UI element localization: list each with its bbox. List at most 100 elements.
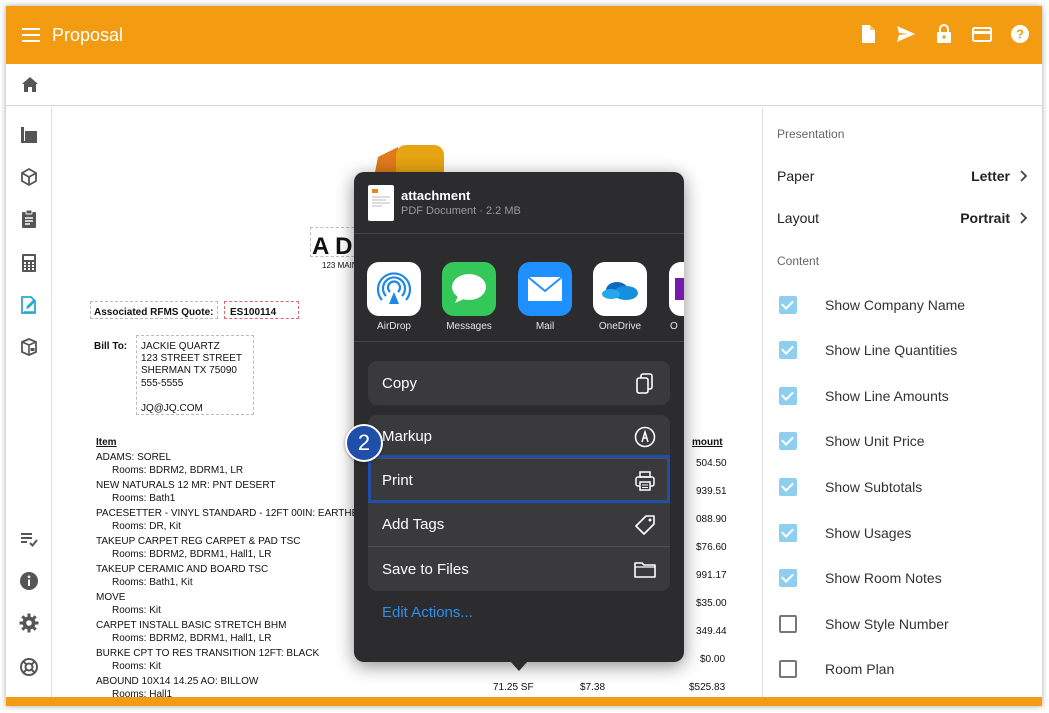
cube-icon[interactable]: [19, 167, 39, 187]
markup-icon: [634, 426, 656, 448]
app-label: Mail: [535, 321, 555, 332]
breadcrumb-bar: [6, 64, 1042, 106]
lock-icon[interactable]: [934, 24, 954, 44]
line-item-rooms: Rooms: Kit: [112, 661, 161, 672]
copy-icon: [636, 373, 653, 394]
onenote-icon: [669, 262, 684, 316]
checkbox[interactable]: [779, 660, 797, 678]
card-icon[interactable]: [972, 24, 992, 44]
action-label: Markup: [382, 428, 433, 445]
options-panel: Presentation Paper Letter Layout Portrai…: [762, 107, 1042, 697]
settings-icon[interactable]: [19, 613, 39, 633]
option-show-company-name[interactable]: Show Company Name: [779, 296, 965, 314]
airdrop-icon: [367, 262, 421, 316]
company-address: 123 MAIN: [322, 261, 358, 270]
app-mail[interactable]: Mail: [515, 262, 575, 332]
line-item-name: NEW NATURALS 12 MR: PNT DESERT: [96, 480, 276, 491]
checkbox[interactable]: [779, 478, 797, 496]
line-item-name: PACESETTER - VINYL STANDARD - 12FT 00IN:…: [96, 508, 366, 519]
svg-text:?: ?: [1016, 27, 1024, 42]
menu-icon[interactable]: [22, 28, 40, 42]
checkbox[interactable]: [779, 341, 797, 359]
info-icon[interactable]: [19, 571, 39, 591]
app-airdrop[interactable]: AirDrop: [364, 262, 424, 332]
option-show-style-number[interactable]: Show Style Number: [779, 615, 949, 633]
action-label: Save to Files: [382, 560, 469, 578]
line-item-name: MOVE: [96, 592, 126, 603]
line-item-rooms: Rooms: Bath1, Kit: [112, 577, 193, 588]
action-label: Copy: [382, 374, 418, 392]
step-badge: 2: [345, 424, 383, 462]
checkbox[interactable]: [779, 432, 797, 450]
quote-label: Associated RFMS Quote:: [94, 307, 214, 318]
markup-action[interactable]: Markup: [368, 415, 670, 459]
line-item-amount: $525.83: [689, 682, 726, 693]
edit-document-icon[interactable]: [19, 295, 39, 315]
option-show-line-quantities[interactable]: Show Line Quantities: [779, 341, 957, 359]
presentation-heading: Presentation: [777, 127, 845, 141]
option-show-subtotals[interactable]: Show Subtotals: [779, 478, 922, 496]
checkbox[interactable]: [779, 524, 797, 542]
send-icon[interactable]: [896, 24, 916, 44]
copy-action[interactable]: Copy: [368, 361, 670, 405]
option-show-room-notes[interactable]: Show Room Notes: [779, 569, 942, 587]
app-onenote[interactable]: O: [666, 262, 684, 332]
option-show-unit-price[interactable]: Show Unit Price: [779, 432, 925, 450]
clipboard-icon[interactable]: [19, 209, 39, 229]
calculator-icon[interactable]: [19, 253, 39, 273]
layout-value: Portrait: [960, 210, 1010, 226]
line-item-rooms: Rooms: BDRM2, BDRM1, LR: [112, 465, 244, 476]
checkbox[interactable]: [779, 569, 797, 587]
option-show-usages[interactable]: Show Usages: [779, 524, 911, 542]
share-apps-row: AirDrop Messages Mail OneDrive O: [354, 262, 684, 342]
option-room-plan[interactable]: Room Plan: [779, 660, 894, 678]
line-item-name: TAKEUP CARPET REG CARPET & PAD TSC: [96, 536, 301, 547]
option-label: Show Style Number: [825, 616, 949, 632]
line-item-name: ABOUND 10X14 14.25 AO: BILLOW: [96, 676, 259, 687]
line-item-rooms: Rooms: BDRM2, BDRM1, Hall1, LR: [112, 549, 272, 560]
folder-icon: [634, 562, 656, 578]
edit-actions-link[interactable]: Edit Actions...: [382, 604, 473, 621]
line-item-amount: $35.00: [696, 598, 727, 609]
top-app-bar: Proposal ?: [6, 6, 1042, 64]
line-item-rooms: Rooms: Bath1: [112, 493, 176, 504]
line-item-rooms: Rooms: Hall1: [112, 689, 173, 697]
line-item-price: $7.38: [580, 682, 606, 693]
document-icon[interactable]: [858, 24, 878, 44]
popover-arrow: [510, 661, 528, 671]
file-name: attachment: [401, 188, 471, 203]
line-item-name: CARPET INSTALL BASIC STRETCH BHM: [96, 620, 287, 631]
line-item-rooms: Rooms: DR, Kit: [112, 521, 181, 532]
tag-icon: [635, 515, 655, 535]
help-icon[interactable]: ?: [1010, 24, 1030, 44]
checkbox[interactable]: [779, 387, 797, 405]
checkbox[interactable]: [779, 615, 797, 633]
app-messages[interactable]: Messages: [439, 262, 499, 332]
layers-icon[interactable]: [19, 125, 39, 145]
share-sheet-header: attachment PDF Document · 2.2 MB: [354, 172, 684, 234]
bill-to-line: 555-5555: [141, 378, 184, 389]
file-meta: PDF Document · 2.2 MB: [401, 205, 521, 217]
chevron-right-icon: [1020, 212, 1028, 224]
chevron-right-icon: [1020, 170, 1028, 182]
paper-setting[interactable]: Paper Letter: [777, 164, 1028, 188]
layout-setting[interactable]: Layout Portrait: [777, 206, 1028, 230]
option-label: Room Plan: [825, 661, 895, 677]
option-label: Show Line Amounts: [825, 388, 949, 404]
package-icon[interactable]: [19, 337, 39, 357]
option-label: Show Usages: [825, 525, 912, 541]
checklist-icon[interactable]: [19, 529, 39, 549]
option-label: Show Room Notes: [825, 570, 942, 586]
messages-icon: [442, 262, 496, 316]
lifebuoy-icon[interactable]: [19, 657, 39, 677]
checkbox[interactable]: [779, 296, 797, 314]
app-label: O: [670, 321, 678, 332]
add-tags-action[interactable]: Add Tags: [368, 503, 670, 547]
option-show-line-amounts[interactable]: Show Line Amounts: [779, 387, 949, 405]
print-highlight-box: [368, 455, 670, 503]
home-icon[interactable]: [21, 76, 39, 94]
save-to-files-action[interactable]: Save to Files: [368, 547, 670, 591]
bill-to-label: Bill To:: [94, 341, 128, 352]
share-sheet: attachment PDF Document · 2.2 MB AirDrop…: [354, 172, 684, 662]
app-onedrive[interactable]: OneDrive: [590, 262, 650, 332]
